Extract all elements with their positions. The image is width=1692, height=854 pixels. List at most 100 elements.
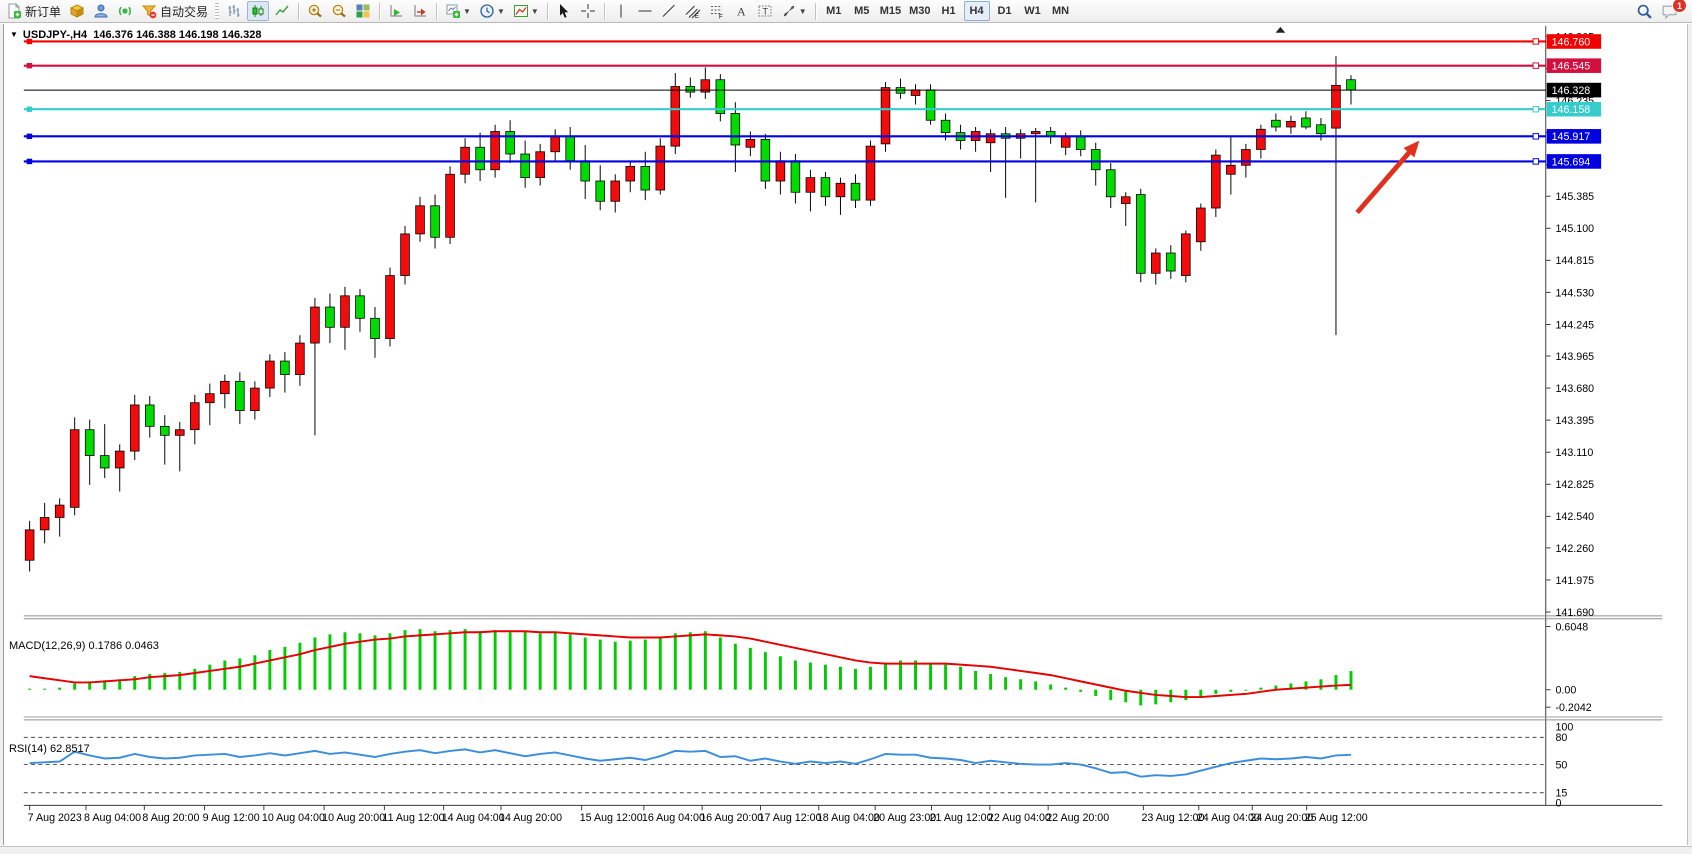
candle-body (70, 430, 79, 508)
price-tick-label: 145.385 (1555, 191, 1594, 203)
line-handle-right[interactable] (1533, 159, 1538, 164)
line-handle-left[interactable] (27, 63, 32, 68)
timeframe-h4[interactable]: H4 (964, 1, 990, 21)
line-handle-right[interactable] (1533, 106, 1538, 111)
timeframe-m1[interactable]: M1 (821, 1, 847, 21)
zoom-out-icon (331, 3, 347, 19)
macd-histogram-bar (208, 665, 211, 690)
timeframe-m5[interactable]: M5 (849, 1, 875, 21)
rsi-level-label: 80 (1555, 732, 1567, 744)
macd-histogram-bar (629, 641, 632, 690)
line-handle-right[interactable] (1533, 63, 1538, 68)
search-button[interactable] (1633, 1, 1656, 21)
timeframe-h1[interactable]: H1 (936, 1, 962, 21)
periods-dropdown[interactable]: ▼ (476, 1, 508, 21)
line-handle-left[interactable] (27, 39, 32, 44)
line-handle-left[interactable] (27, 134, 32, 139)
timeframe-mn[interactable]: MN (1048, 1, 1074, 21)
candle-body (371, 318, 380, 338)
macd-histogram-bar (419, 629, 422, 690)
cursor-tool-button[interactable] (553, 1, 575, 21)
price-tick-label: 142.540 (1555, 511, 1594, 523)
candle-body (926, 90, 935, 120)
time-tick-label: 15 Aug 12:00 (580, 812, 643, 824)
chart-canvas[interactable]: 146.805146.520146.235145.950145.665145.3… (0, 24, 1692, 853)
line-handle-left[interactable] (27, 159, 32, 164)
line-handle-right[interactable] (1533, 134, 1538, 139)
macd-histogram-bar (58, 688, 61, 690)
timeframe-m30[interactable]: M30 (906, 1, 933, 21)
arrows-tool-dropdown[interactable]: ▼ (778, 1, 810, 21)
candle-body (596, 181, 605, 201)
time-tick-label: 16 Aug 20:00 (700, 812, 763, 824)
price-tick-label: 142.260 (1555, 543, 1594, 555)
chart-shift-button[interactable] (409, 1, 431, 21)
price-tick-label: 144.815 (1555, 255, 1594, 267)
chart-shift-marker[interactable] (1276, 27, 1286, 33)
macd-histogram-bar (43, 689, 46, 690)
macd-histogram-bar (704, 631, 707, 690)
price-tick-label: 144.245 (1555, 319, 1594, 331)
macd-histogram-bar (899, 660, 902, 689)
candle-body (731, 113, 740, 145)
timeframe-m15[interactable]: M15 (877, 1, 904, 21)
time-tick-label: 14 Aug 20:00 (499, 812, 562, 824)
timeframe-w1[interactable]: W1 (1020, 1, 1046, 21)
toolbar-separator (547, 3, 548, 20)
bar-chart-button[interactable] (223, 1, 245, 21)
indicators-dropdown[interactable]: ▼ (510, 1, 542, 21)
arrow-annotation[interactable] (1357, 151, 1410, 213)
macd-histogram-bar (298, 643, 301, 690)
person-icon (93, 3, 109, 19)
candle-body (851, 183, 860, 200)
terminal-button[interactable] (90, 1, 112, 21)
candle-body (476, 147, 485, 170)
line-handle-right[interactable] (1533, 39, 1538, 44)
horizontal-line-icon (637, 3, 653, 19)
auto-trading-button[interactable]: 自动交易 (138, 1, 211, 21)
price-tick-label: 144.530 (1555, 287, 1594, 299)
macd-histogram-bar (1184, 690, 1187, 700)
time-tick-label: 11 Aug 12:00 (382, 812, 444, 824)
signals-button[interactable] (114, 1, 136, 21)
text-label-tool[interactable]: T (754, 1, 776, 21)
candle-body (761, 139, 770, 181)
timeframe-d1[interactable]: D1 (992, 1, 1018, 21)
macd-histogram-bar (1079, 690, 1082, 692)
timeframe-buttons: M1M5M15M30H1H4D1W1MN (820, 1, 1075, 21)
text-label-icon: T (757, 3, 773, 19)
macd-histogram-bar (374, 635, 377, 689)
line-chart-button[interactable] (271, 1, 293, 21)
macd-histogram-bar (434, 631, 437, 690)
notification-count-badge: 1 (1672, 0, 1687, 13)
new-chart-dropdown[interactable]: ▼ (442, 1, 474, 21)
macd-histogram-bar (779, 656, 782, 689)
new-order-button[interactable]: 新订单 (3, 1, 64, 21)
line-handle-left[interactable] (27, 106, 32, 111)
notifications-button[interactable]: 1 (1658, 1, 1681, 21)
zoom-out-button[interactable] (328, 1, 350, 21)
equidistant-channel-tool[interactable]: E (682, 1, 704, 21)
candle-body (1332, 85, 1341, 128)
candle-body (1211, 155, 1220, 208)
zoom-in-button[interactable] (304, 1, 326, 21)
candle-body (1302, 118, 1311, 127)
candle-body (190, 403, 199, 430)
horizontal-line-tool[interactable] (634, 1, 656, 21)
channel-icon: E (685, 3, 701, 19)
text-tool[interactable]: A (730, 1, 752, 21)
fibonacci-tool[interactable]: F (706, 1, 728, 21)
vertical-line-tool[interactable] (610, 1, 632, 21)
market-depth-button[interactable] (66, 1, 88, 21)
time-tick-label: 14 Aug 04:00 (442, 812, 505, 824)
candlestick-chart-button[interactable] (247, 1, 269, 21)
trendline-tool[interactable] (658, 1, 680, 21)
tile-windows-button[interactable] (352, 1, 374, 21)
candle-body (581, 161, 590, 181)
candle-body (1287, 121, 1296, 127)
crosshair-tool-button[interactable] (577, 1, 599, 21)
auto-scroll-button[interactable] (385, 1, 407, 21)
macd-histogram-bar (1064, 688, 1067, 690)
candle-body (160, 426, 169, 435)
price-tick-label: 143.110 (1555, 447, 1593, 459)
